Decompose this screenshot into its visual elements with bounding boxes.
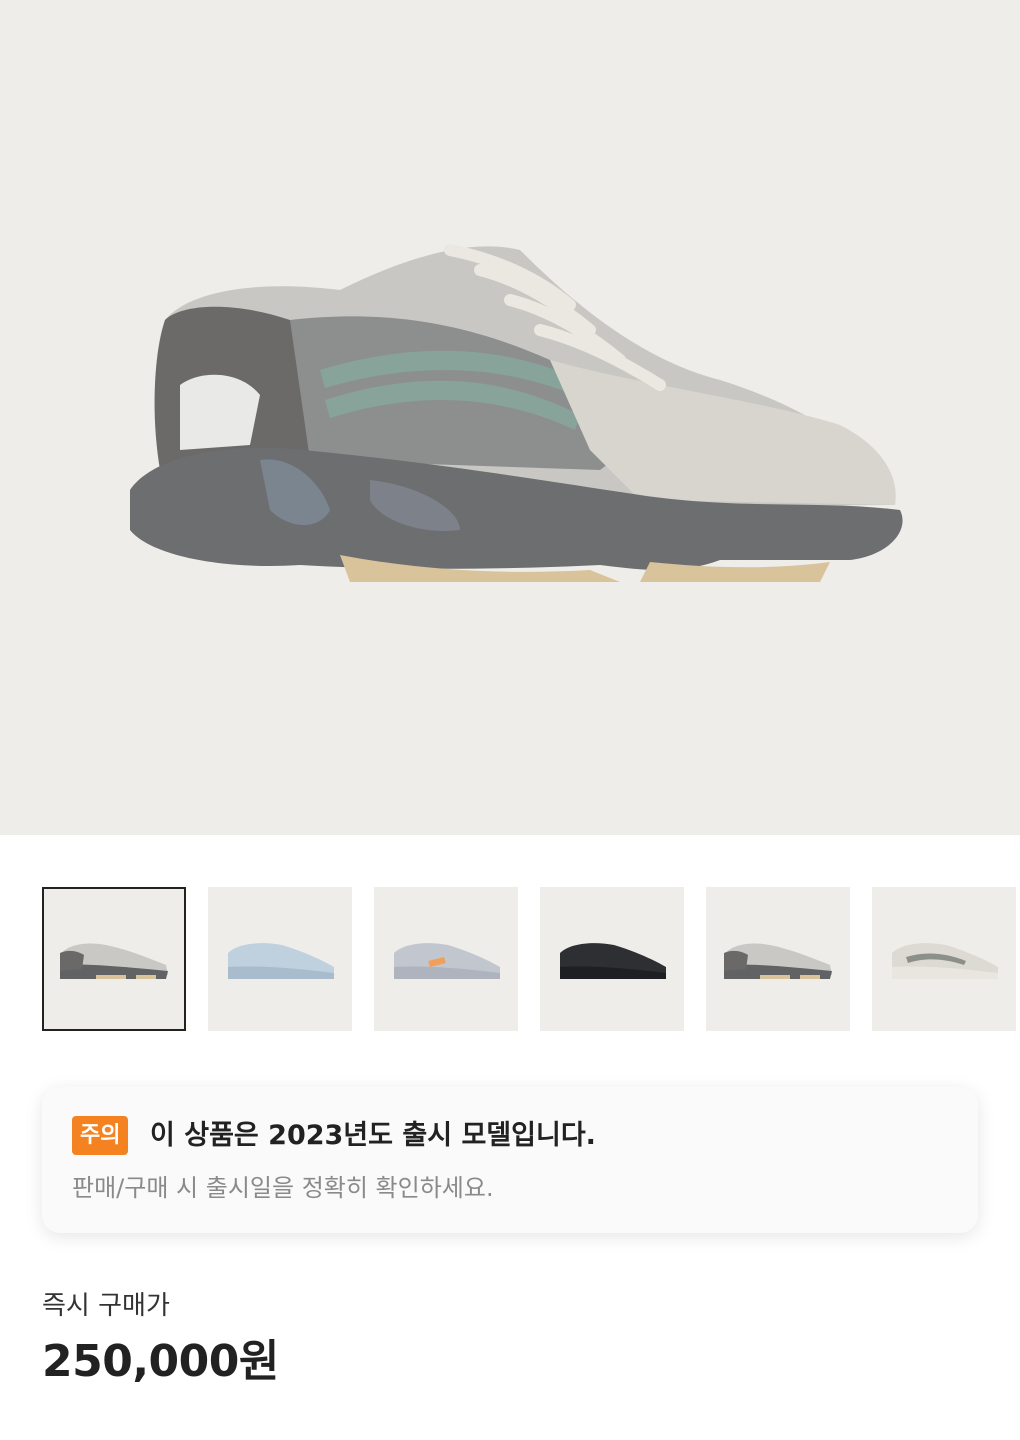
sneaker-thumbnail-icon bbox=[724, 943, 832, 979]
sneaker-thumbnail-icon bbox=[892, 943, 998, 979]
sneaker-thumbnail-icon bbox=[560, 943, 666, 979]
thumbnail-strip[interactable] bbox=[42, 887, 1020, 1032]
thumbnail-2[interactable] bbox=[208, 887, 352, 1031]
product-hero-image[interactable] bbox=[0, 0, 1020, 835]
instant-buy-price-label: 즉시 구매가 bbox=[42, 1291, 170, 1321]
thumbnail-3[interactable] bbox=[374, 887, 518, 1031]
release-year-notice: 주의 이 상품은 2023년도 출시 모델입니다. 판매/구매 시 출시일을 정… bbox=[42, 1087, 978, 1233]
notice-subtitle: 판매/구매 시 출시일을 정확히 확인하세요. bbox=[72, 1174, 494, 1202]
thumbnail-1[interactable] bbox=[42, 887, 186, 1031]
sneaker-thumbnail-icon bbox=[228, 943, 334, 979]
caution-badge: 주의 bbox=[72, 1116, 129, 1155]
instant-buy-price-value: 250,000원 bbox=[42, 1336, 279, 1387]
thumbnail-5[interactable] bbox=[706, 887, 850, 1031]
sneaker-thumbnail-icon bbox=[394, 943, 500, 979]
notice-title: 이 상품은 2023년도 출시 모델입니다. bbox=[150, 1120, 596, 1151]
thumbnail-6[interactable] bbox=[872, 887, 1016, 1031]
sneaker-main-image bbox=[130, 244, 903, 582]
sneaker-thumbnail-icon bbox=[60, 943, 168, 979]
thumbnail-4[interactable] bbox=[540, 887, 684, 1031]
